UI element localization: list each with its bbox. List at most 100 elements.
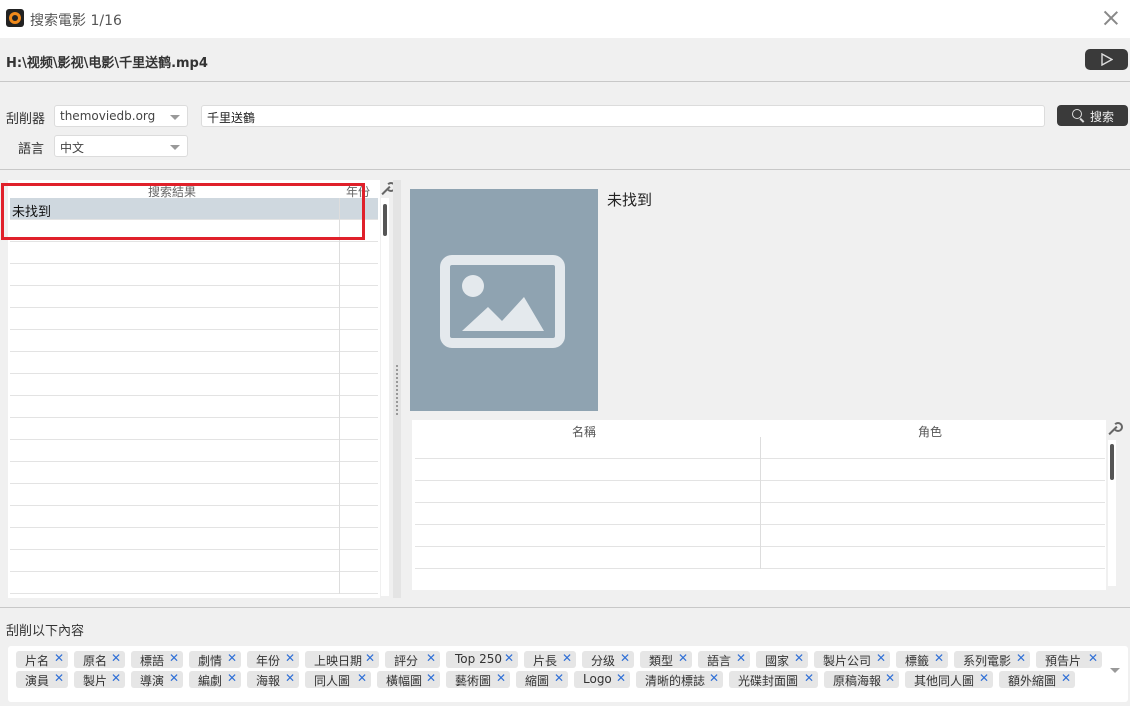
wrench-icon[interactable] [1106,422,1123,436]
results-scrollbar[interactable] [381,198,389,596]
divider [0,81,1130,82]
remove-x-icon[interactable]: ✕ [426,651,436,665]
remove-x-icon[interactable]: ✕ [357,671,367,685]
remove-x-icon[interactable]: ✕ [562,651,572,665]
chevron-down-icon[interactable] [1110,668,1120,673]
scrape-tag: 演員 ✕ [16,671,68,688]
table-row [415,481,1105,503]
remove-x-icon[interactable]: ✕ [934,651,944,665]
scrape-tag: 年份 ✕ [247,651,299,668]
search-button[interactable]: 搜索 [1057,105,1128,126]
scrape-tag-label: 製片 [83,674,108,688]
scrollbar-thumb[interactable] [383,204,387,236]
table-row [10,550,378,572]
scrape-tag-label: 預告片 [1045,654,1082,668]
remove-x-icon[interactable]: ✕ [616,671,626,685]
scraper-label: 刮削器 [6,112,46,127]
scrape-tag-label: 語言 [707,654,732,668]
table-row [10,484,378,506]
remove-x-icon[interactable]: ✕ [885,671,895,685]
cast-table[interactable]: 名稱 角色 [412,420,1106,590]
remove-x-icon[interactable]: ✕ [554,671,564,685]
table-row [10,396,378,418]
scrape-tag: 標籤 ✕ [896,651,948,668]
scrape-tag: 片長 ✕ [524,651,576,668]
scraper-select[interactable]: themoviedb.org [54,105,188,127]
remove-x-icon[interactable]: ✕ [709,671,719,685]
remove-x-icon[interactable]: ✕ [169,651,179,665]
scrape-tag: 同人圖 ✕ [305,671,371,688]
remove-x-icon[interactable]: ✕ [227,671,237,685]
remove-x-icon[interactable]: ✕ [1088,651,1098,665]
remove-x-icon[interactable]: ✕ [111,671,121,685]
remove-x-icon[interactable]: ✕ [504,651,514,665]
scrape-tag: 片名 ✕ [16,651,68,668]
table-row [10,440,378,462]
table-row [10,330,378,352]
scrape-tag: 類型 ✕ [640,651,692,668]
chevron-down-icon [170,145,180,150]
scrape-tag: Logo ✕ [574,671,630,688]
column-separator [760,459,761,481]
column-separator [760,547,761,569]
scrape-section-label: 刮削以下內容 [6,624,85,639]
scrape-tag: 藝術圖 ✕ [446,671,510,688]
remove-x-icon[interactable]: ✕ [169,671,179,685]
remove-x-icon[interactable]: ✕ [496,671,506,685]
cast-scrollbar[interactable] [1108,440,1116,586]
scrape-tag-label: 導演 [140,674,165,688]
scrape-tag-label: 海報 [256,674,281,688]
remove-x-icon[interactable]: ✕ [804,671,814,685]
scrape-tag-label: 原名 [83,654,108,668]
remove-x-icon[interactable]: ✕ [111,651,121,665]
scrape-tag: 劇情 ✕ [189,651,241,668]
remove-x-icon[interactable]: ✕ [979,671,989,685]
scrape-tag: 編劇 ✕ [189,671,241,688]
remove-x-icon[interactable]: ✕ [54,671,64,685]
column-separator [760,503,761,525]
scrape-tag: 系列電影 ✕ [954,651,1030,668]
wrench-icon[interactable] [379,182,396,196]
image-placeholder-mountains [462,297,544,331]
scrape-tag-label: 標籤 [905,654,930,668]
scrape-tag-label: 評分 [394,654,419,668]
column-separator [339,330,340,352]
remove-x-icon[interactable]: ✕ [794,651,804,665]
scrape-tag: Top 250 ✕ [446,651,518,668]
column-separator [339,440,340,462]
column-separator [339,396,340,418]
remove-x-icon[interactable]: ✕ [1061,671,1071,685]
scrape-tag-label: 原稿海報 [833,674,882,688]
scrape-tag-label: 編劇 [198,674,223,688]
play-button[interactable] [1085,49,1128,70]
remove-x-icon[interactable]: ✕ [54,651,64,665]
remove-x-icon[interactable]: ✕ [876,651,886,665]
close-icon[interactable] [1102,9,1120,27]
language-value: 中文 [60,141,85,155]
file-path: H:\视频\影视\电影\千里送鹤.mp4 [6,56,208,71]
table-row [10,308,378,330]
scrape-tag: 製片公司 ✕ [814,651,890,668]
remove-x-icon[interactable]: ✕ [1016,651,1026,665]
search-icon [1072,109,1082,119]
search-input[interactable]: 千里送鶴 [201,105,1045,127]
remove-x-icon[interactable]: ✕ [426,671,436,685]
language-select[interactable]: 中文 [54,135,188,157]
remove-x-icon[interactable]: ✕ [285,651,295,665]
scrape-tag-label: 劇情 [198,654,223,668]
remove-x-icon[interactable]: ✕ [365,651,375,665]
search-results-table[interactable]: 搜索結果 年份 未找到 [8,180,380,598]
remove-x-icon[interactable]: ✕ [736,651,746,665]
table-row [415,459,1105,481]
column-separator [339,352,340,374]
scrape-tag: 評分 ✕ [385,651,440,668]
remove-x-icon[interactable]: ✕ [620,651,630,665]
scrape-tag-label: 橫幅圖 [386,674,423,688]
pane-splitter[interactable] [393,180,401,598]
scrape-tag: 原稿海報 ✕ [824,671,899,688]
scrollbar-thumb[interactable] [1110,444,1114,480]
remove-x-icon[interactable]: ✕ [678,651,688,665]
scrape-tag-label: 年份 [256,654,281,668]
remove-x-icon[interactable]: ✕ [227,651,237,665]
remove-x-icon[interactable]: ✕ [285,671,295,685]
